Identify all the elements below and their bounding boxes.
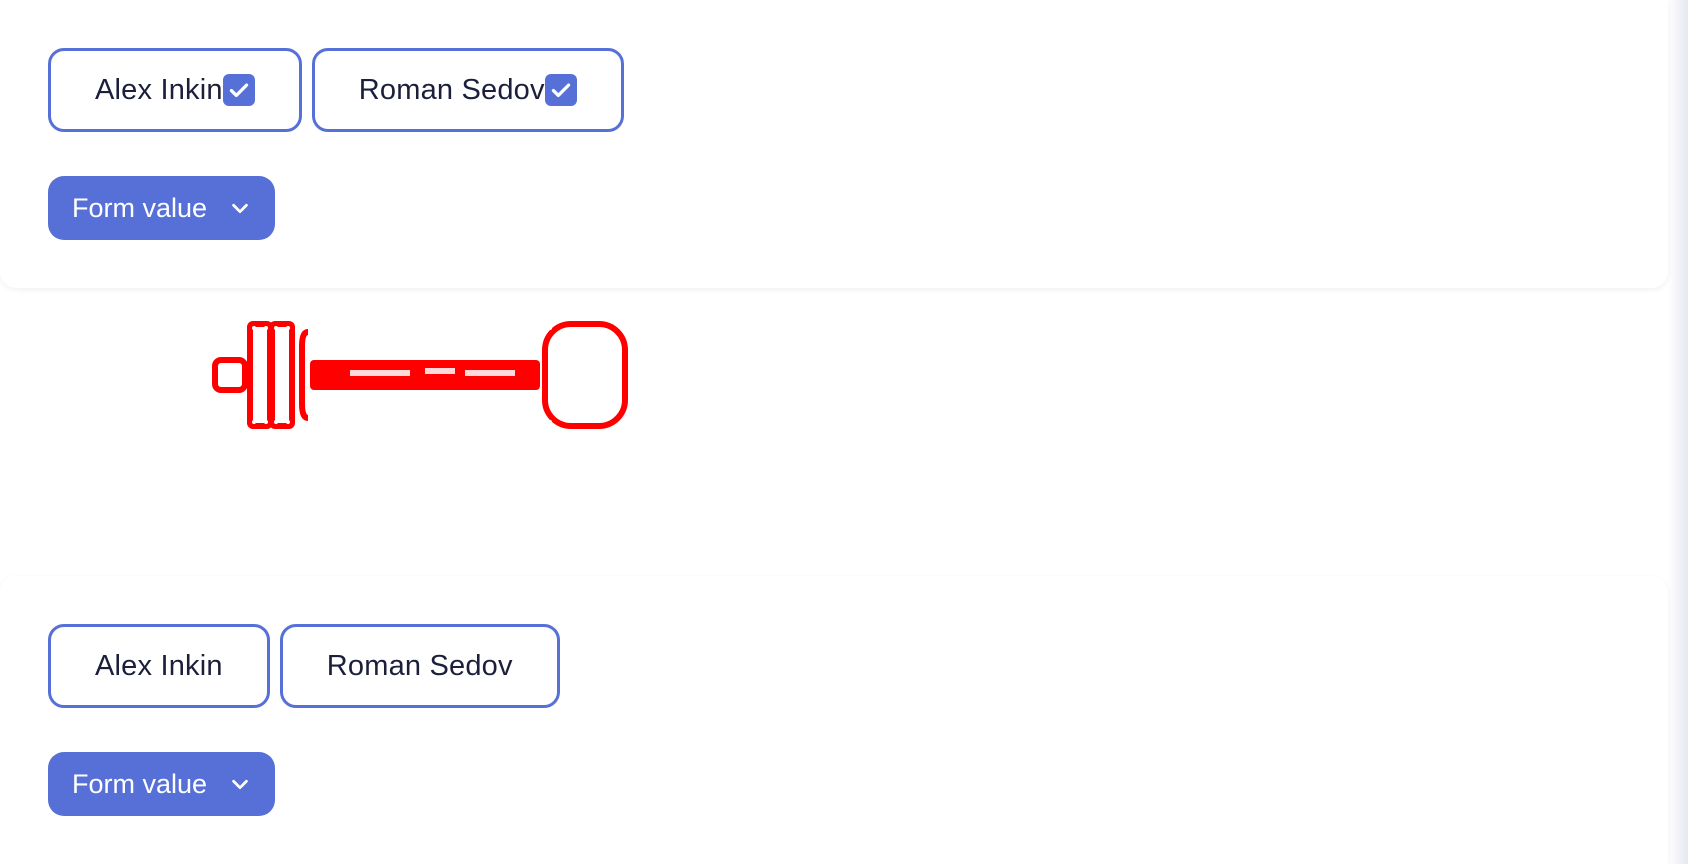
diff-highlight-overlay [212, 321, 628, 429]
chip-alex-inkin[interactable]: Alex Inkin [48, 48, 302, 132]
chip-label: Alex Inkin [95, 649, 223, 682]
chip-roman-sedov[interactable]: Roman Sedov [311, 48, 624, 132]
check-icon [544, 74, 577, 106]
chip-alex-inkin[interactable]: Alex Inkin [48, 624, 270, 708]
form-value-dropdown[interactable]: Form value [48, 176, 276, 240]
check-icon [222, 74, 255, 106]
form-value-dropdown[interactable]: Form value [48, 752, 276, 816]
demo-panel-top: Alex Inkin Roman Sedov Form value [0, 0, 1668, 288]
scroll-shadow [1668, 0, 1688, 864]
chevron-down-icon [229, 773, 251, 795]
chip-roman-sedov[interactable]: Roman Sedov [279, 624, 560, 708]
chevron-down-icon [229, 197, 251, 219]
demo-panel-bottom: Alex Inkin Roman Sedov Form value [0, 576, 1668, 864]
chip-group: Alex Inkin Roman Sedov [48, 48, 624, 132]
dropdown-label: Form value [72, 768, 208, 799]
chip-label: Alex Inkin [95, 73, 223, 106]
dropdown-label: Form value [72, 192, 208, 223]
chip-label: Roman Sedov [326, 649, 513, 682]
chip-group: Alex Inkin Roman Sedov [48, 624, 560, 708]
chip-label: Roman Sedov [358, 73, 545, 106]
